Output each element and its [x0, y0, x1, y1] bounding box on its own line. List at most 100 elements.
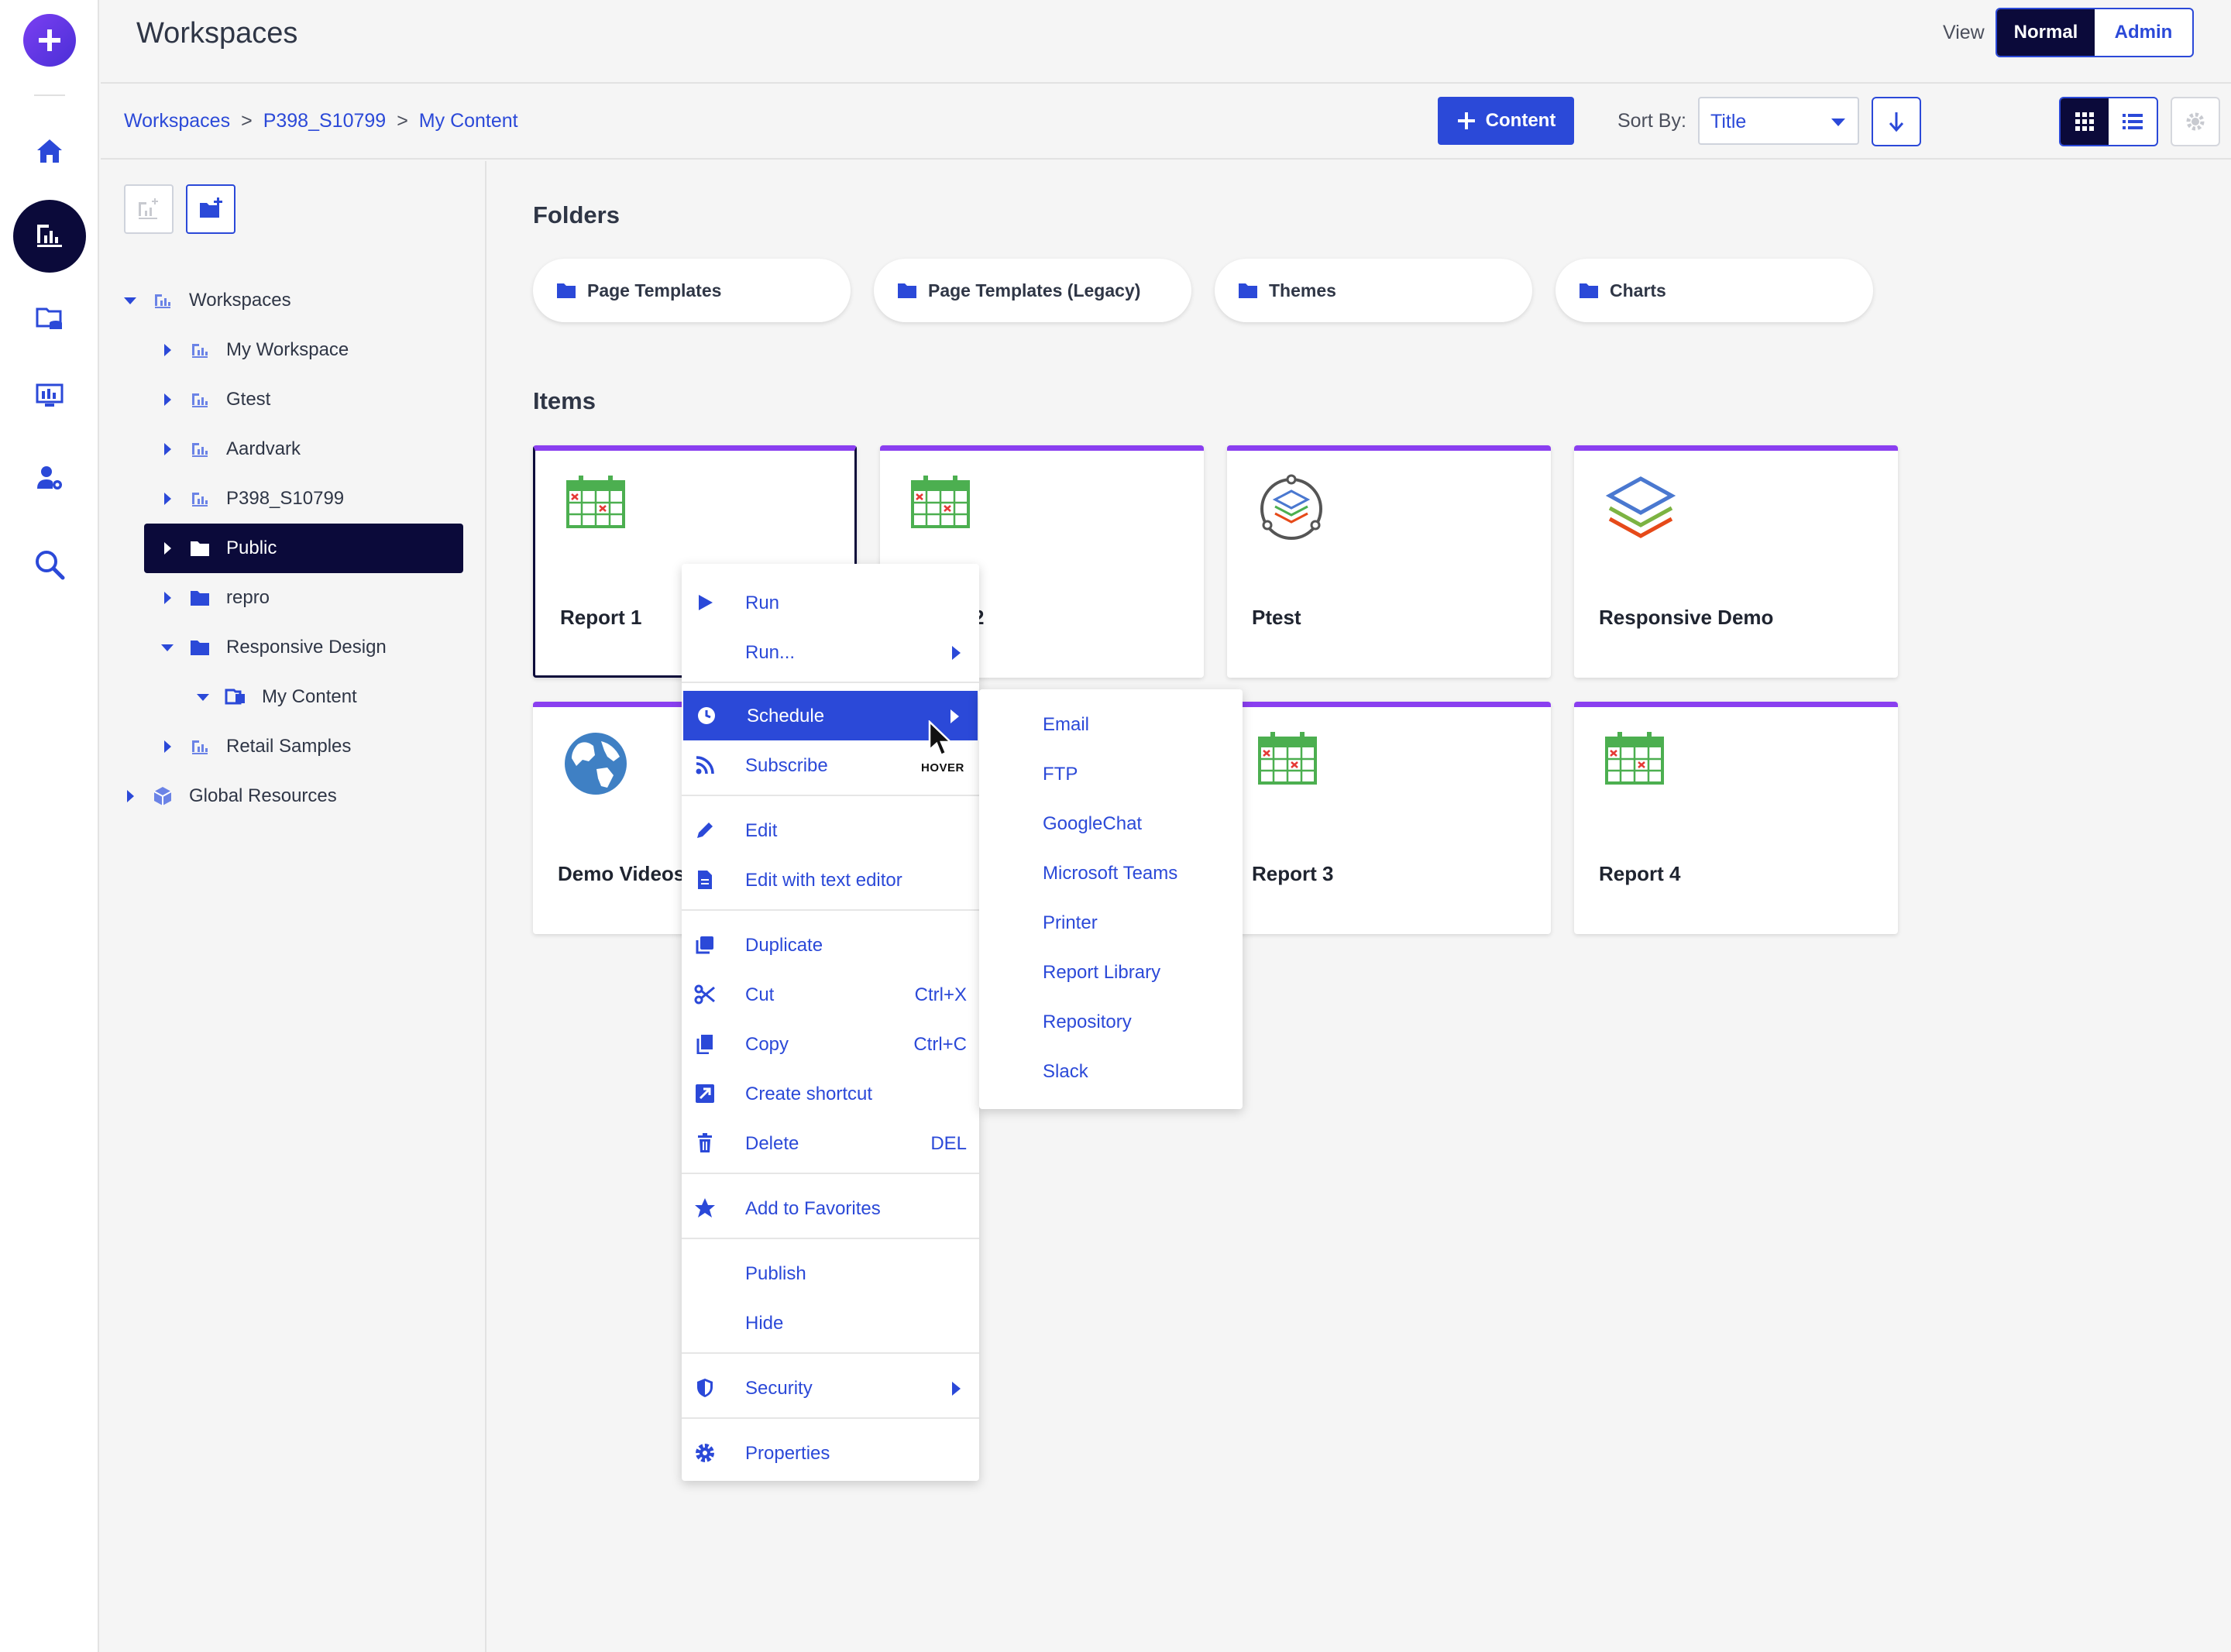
- tree-item[interactable]: Responsive Design: [158, 623, 473, 672]
- schedule-slack[interactable]: Slack: [1043, 1061, 1088, 1083]
- tree-item-label: My Workspace: [226, 339, 349, 360]
- schedule-printer[interactable]: Printer: [1043, 912, 1098, 934]
- view-normal-button[interactable]: Normal: [1997, 9, 2095, 56]
- settings-button[interactable]: [2171, 97, 2220, 146]
- content-item-label: Demo Videos: [558, 862, 686, 885]
- schedule-report-library[interactable]: Report Library: [1043, 962, 1160, 984]
- menu-item-add-favorites[interactable]: Add to Favorites: [682, 1183, 979, 1233]
- search-nav-button[interactable]: [13, 528, 86, 601]
- folder-pill[interactable]: Themes: [1215, 259, 1532, 322]
- chevron-right-icon[interactable]: [121, 790, 139, 802]
- chevron-right-icon[interactable]: [158, 344, 177, 356]
- menu-item-edit-text[interactable]: Edit with text editor: [682, 855, 979, 905]
- shortcut-delete: DEL: [930, 1133, 967, 1154]
- menu-item-duplicate[interactable]: Duplicate: [682, 920, 979, 970]
- breadcrumb-workspaces[interactable]: Workspaces: [124, 110, 230, 132]
- home-nav-button[interactable]: [13, 115, 86, 187]
- tree-item[interactable]: repro: [158, 573, 473, 623]
- view-admin-button[interactable]: Admin: [2095, 9, 2192, 56]
- content-nav-button[interactable]: [13, 200, 86, 273]
- tree-item[interactable]: My Content: [194, 672, 473, 722]
- chevron-down-icon[interactable]: [158, 644, 177, 651]
- content-item-card[interactable]: Ptest: [1227, 445, 1551, 678]
- cube-icon: [152, 785, 174, 807]
- content-tree-panel: Workspaces My Workspace Gtest Aardvark P398_…: [101, 161, 486, 1652]
- document-icon: [694, 869, 716, 891]
- chevron-right-icon[interactable]: [158, 493, 177, 505]
- chevron-right-icon[interactable]: [158, 592, 177, 604]
- folder-pill[interactable]: Page Templates: [533, 259, 851, 322]
- tree-item[interactable]: Retail Samples: [158, 722, 473, 771]
- shield-icon: [694, 1377, 716, 1399]
- menu-item-hide[interactable]: Hide: [682, 1298, 979, 1348]
- menu-item-properties[interactable]: Properties: [682, 1428, 979, 1478]
- menu-item-run-options[interactable]: Run...: [682, 627, 979, 677]
- add-content-button[interactable]: Content: [1438, 97, 1574, 145]
- dashboard-monitor-icon: [36, 383, 64, 407]
- tree-item-label: Retail Samples: [226, 736, 352, 757]
- schedule-email[interactable]: Email: [1043, 714, 1089, 736]
- tree-item[interactable]: P398_S10799: [158, 474, 473, 524]
- grid-view-button[interactable]: [2061, 98, 2109, 145]
- add-content-label: Content: [1485, 110, 1556, 131]
- sort-direction-button[interactable]: [1872, 97, 1921, 146]
- tree-item-label: Global Resources: [189, 785, 337, 806]
- menu-item-publish[interactable]: Publish: [682, 1248, 979, 1298]
- create-new-button[interactable]: [23, 14, 76, 67]
- admin-nav-button[interactable]: [13, 441, 86, 514]
- menu-label-schedule: Schedule: [747, 706, 825, 726]
- menu-item-run[interactable]: Run: [682, 578, 979, 627]
- folder-icon: [189, 538, 211, 559]
- list-view-button[interactable]: [2109, 98, 2157, 145]
- data-nav-button[interactable]: [13, 282, 86, 355]
- menu-item-cut[interactable]: Cut Ctrl+X: [682, 970, 979, 1019]
- chevron-right-icon[interactable]: [158, 542, 177, 555]
- menu-item-delete[interactable]: Delete DEL: [682, 1118, 979, 1168]
- portal-icon: [1256, 474, 1326, 544]
- tree-item[interactable]: Gtest: [158, 375, 473, 424]
- tree-item[interactable]: My Workspace: [158, 325, 473, 375]
- menu-label-properties: Properties: [745, 1443, 830, 1464]
- mouse-pointer-icon: [928, 720, 954, 757]
- tree-item[interactable]: Public: [144, 524, 463, 573]
- list-icon: [2123, 114, 2143, 129]
- tree-item[interactable]: Global Resources: [121, 771, 473, 821]
- chevron-down-icon[interactable]: [121, 297, 139, 304]
- chevron-right-icon[interactable]: [158, 443, 177, 455]
- tree-item[interactable]: Aardvark: [158, 424, 473, 474]
- content-item-card[interactable]: Report 3: [1227, 702, 1551, 934]
- schedule-ftp[interactable]: FTP: [1043, 764, 1078, 785]
- content-item-card[interactable]: Responsive Demo: [1574, 445, 1898, 678]
- breadcrumb-my-content[interactable]: My Content: [419, 110, 518, 132]
- tree-item[interactable]: Workspaces: [121, 276, 473, 325]
- content-item-card[interactable]: Report 4: [1574, 702, 1898, 934]
- new-folder-button[interactable]: [186, 184, 235, 234]
- menu-item-create-shortcut[interactable]: Create shortcut: [682, 1069, 979, 1118]
- breadcrumb-p398[interactable]: P398_S10799: [263, 110, 386, 132]
- schedule-microsoft-teams[interactable]: Microsoft Teams: [1043, 863, 1177, 884]
- tree-item-label: Public: [226, 538, 277, 558]
- tree-item-label: Workspaces: [189, 290, 291, 311]
- chevron-down-icon[interactable]: [194, 693, 212, 701]
- folder-pill[interactable]: Page Templates (Legacy): [874, 259, 1191, 322]
- folder-icon: [1238, 282, 1258, 299]
- calendar-report-icon: [565, 474, 627, 530]
- content-item-label: Ptest: [1252, 606, 1301, 629]
- folder-pill[interactable]: Charts: [1556, 259, 1873, 322]
- chevron-right-icon[interactable]: [158, 393, 177, 406]
- menu-divider: [682, 682, 979, 683]
- schedule-repository[interactable]: Repository: [1043, 1011, 1132, 1033]
- tree-item-label: My Content: [262, 686, 357, 707]
- sort-by-select[interactable]: Title: [1698, 97, 1859, 145]
- menu-item-edit[interactable]: Edit: [682, 805, 979, 855]
- new-workspace-button[interactable]: [124, 184, 174, 234]
- menu-item-copy[interactable]: Copy Ctrl+C: [682, 1019, 979, 1069]
- menu-label-publish: Publish: [745, 1263, 806, 1284]
- schedule-googlechat[interactable]: GoogleChat: [1043, 813, 1142, 835]
- my-content-icon: [225, 686, 246, 708]
- chevron-right-icon[interactable]: [158, 740, 177, 753]
- menu-item-security[interactable]: Security: [682, 1363, 979, 1413]
- folder-icon: [189, 587, 211, 609]
- monitor-nav-button[interactable]: [13, 359, 86, 432]
- play-icon: [694, 592, 716, 613]
